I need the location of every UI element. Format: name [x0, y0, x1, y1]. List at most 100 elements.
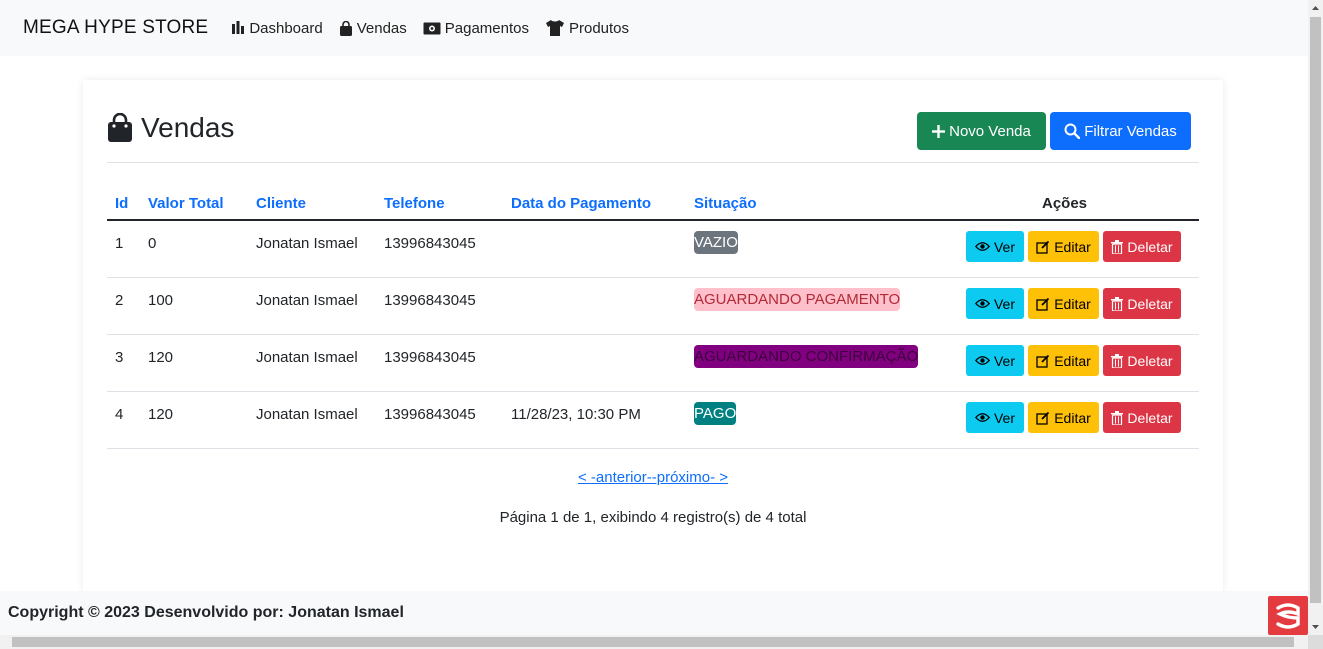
status-badge: PAGO — [694, 402, 737, 425]
header-data-pagamento[interactable]: Data do Pagamento — [511, 188, 694, 221]
view-button[interactable]: Ver — [966, 345, 1024, 376]
header-telefone[interactable]: Telefone — [384, 188, 511, 221]
brand-title[interactable]: MEGA HYPE STORE — [23, 17, 208, 39]
edit-button[interactable]: Editar — [1028, 345, 1099, 376]
card-header: Vendas Novo Venda Filtrar Vendas — [107, 112, 1199, 163]
nav-menu: Dashboard Vendas Pagamentos Produtos — [231, 20, 645, 37]
extension-logo-icon[interactable] — [1268, 596, 1308, 635]
view-label: Ver — [993, 352, 1015, 369]
tshirt-icon — [545, 20, 564, 36]
delete-label: Deletar — [1127, 352, 1173, 369]
cell-data-pagamento — [511, 221, 694, 235]
table-row: 3 120 Jonatan Ismael 13996843045 AGUARDA… — [107, 334, 1199, 392]
edit-label: Editar — [1054, 352, 1091, 369]
trash-icon — [1111, 296, 1124, 311]
bar-chart-icon — [232, 21, 245, 34]
page-title: Vendas — [107, 112, 234, 144]
edit-button[interactable]: Editar — [1028, 402, 1099, 433]
scroll-up-arrow-icon[interactable] — [1308, 0, 1323, 15]
pagination-info: Página 1 de 1, exibindo 4 registro(s) de… — [499, 509, 807, 526]
edit-label: Editar — [1054, 409, 1091, 426]
cell-telefone: 13996843045 — [384, 292, 476, 309]
eye-icon — [974, 299, 990, 308]
view-button[interactable]: Ver — [966, 288, 1024, 319]
nav-label-pagamentos: Pagamentos — [444, 19, 529, 37]
nav-item-dashboard[interactable]: Dashboard — [231, 20, 323, 37]
view-label: Ver — [993, 409, 1015, 426]
header-situacao[interactable]: Situação — [694, 188, 930, 221]
nav-item-vendas[interactable]: Vendas — [339, 20, 407, 37]
status-badge: VAZIO — [694, 231, 738, 254]
search-icon — [1064, 123, 1081, 139]
vendas-card: Vendas Novo Venda Filtrar Vendas Id Valo… — [83, 80, 1223, 591]
page-title-text: Vendas — [141, 112, 235, 143]
view-label: Ver — [993, 238, 1015, 255]
cell-valor-total: 100 — [148, 292, 174, 309]
eye-icon — [974, 413, 990, 422]
horizontal-scrollbar[interactable] — [0, 635, 1308, 649]
row-actions: Ver Editar Deletar — [930, 392, 1199, 433]
horizontal-scroll-thumb[interactable] — [12, 637, 1294, 647]
eye-icon — [974, 356, 990, 365]
new-sale-label: Novo Venda — [949, 122, 1031, 140]
scrollbar-corner — [1308, 635, 1323, 649]
header-acoes: Ações — [930, 188, 1199, 221]
nav-label-produtos: Produtos — [568, 19, 630, 37]
scroll-down-arrow-icon[interactable] — [1308, 620, 1323, 635]
delete-button[interactable]: Deletar — [1103, 288, 1181, 319]
table-row: 2 100 Jonatan Ismael 13996843045 AGUARDA… — [107, 277, 1199, 335]
status-badge: AGUARDANDO PAGAMENTO — [694, 288, 901, 311]
view-button[interactable]: Ver — [966, 231, 1024, 262]
cell-id: 1 — [115, 235, 124, 252]
cell-valor-total: 120 — [148, 349, 174, 366]
edit-label: Editar — [1054, 295, 1091, 312]
cell-telefone: 13996843045 — [384, 349, 476, 366]
trash-icon — [1111, 239, 1124, 254]
edit-icon — [1036, 411, 1050, 425]
edit-label: Editar — [1054, 238, 1091, 255]
cell-valor-total: 0 — [148, 235, 157, 252]
edit-icon — [1036, 354, 1050, 368]
table-row: 1 0 Jonatan Ismael 13996843045 VAZIO Ver… — [107, 220, 1199, 278]
header-id[interactable]: Id — [107, 188, 148, 221]
table-header-row: Id Valor Total Cliente Telefone Data do … — [107, 188, 1199, 221]
edit-icon — [1036, 240, 1050, 254]
view-label: Ver — [993, 295, 1015, 312]
header-valor-total[interactable]: Valor Total — [148, 188, 256, 221]
cell-telefone: 13996843045 — [384, 406, 476, 423]
vertical-scrollbar[interactable] — [1308, 0, 1323, 635]
footer-copyright: Copyright © 2023 Desenvolvido por: Jonat… — [8, 604, 404, 621]
cell-data-pagamento — [511, 278, 694, 292]
view-button[interactable]: Ver — [966, 402, 1024, 433]
cell-id: 2 — [115, 292, 124, 309]
header-cliente[interactable]: Cliente — [256, 188, 384, 221]
pagination: < -anterior--próximo- > — [83, 469, 1223, 486]
navbar: MEGA HYPE STORE Dashboard Vendas Pagamen… — [0, 0, 1308, 56]
nav-item-pagamentos[interactable]: Pagamentos — [423, 20, 529, 37]
cell-cliente: Jonatan Ismael — [256, 349, 358, 366]
new-sale-button[interactable]: Novo Venda — [917, 112, 1046, 150]
filter-sales-button[interactable]: Filtrar Vendas — [1050, 112, 1191, 150]
pagination-link[interactable]: < -anterior--próximo- > — [578, 469, 728, 486]
row-actions: Ver Editar Deletar — [930, 278, 1199, 319]
shopping-bag-icon — [108, 113, 132, 142]
delete-label: Deletar — [1127, 295, 1173, 312]
cash-icon — [423, 22, 441, 34]
shopping-bag-icon — [339, 20, 352, 36]
delete-button[interactable]: Deletar — [1103, 231, 1181, 262]
edit-button[interactable]: Editar — [1028, 231, 1099, 262]
eye-icon — [974, 242, 990, 251]
nav-item-produtos[interactable]: Produtos — [545, 20, 629, 37]
cell-id: 4 — [115, 406, 124, 423]
sales-table: Id Valor Total Cliente Telefone Data do … — [107, 188, 1199, 449]
edit-icon — [1036, 297, 1050, 311]
trash-icon — [1111, 353, 1124, 368]
nav-label-vendas: Vendas — [356, 19, 407, 37]
delete-button[interactable]: Deletar — [1103, 345, 1181, 376]
table-row: 4 120 Jonatan Ismael 13996843045 11/28/2… — [107, 391, 1199, 449]
delete-button[interactable]: Deletar — [1103, 402, 1181, 433]
cell-valor-total: 120 — [148, 406, 174, 423]
vertical-scroll-thumb[interactable] — [1310, 17, 1321, 603]
edit-button[interactable]: Editar — [1028, 288, 1099, 319]
trash-icon — [1111, 410, 1124, 425]
